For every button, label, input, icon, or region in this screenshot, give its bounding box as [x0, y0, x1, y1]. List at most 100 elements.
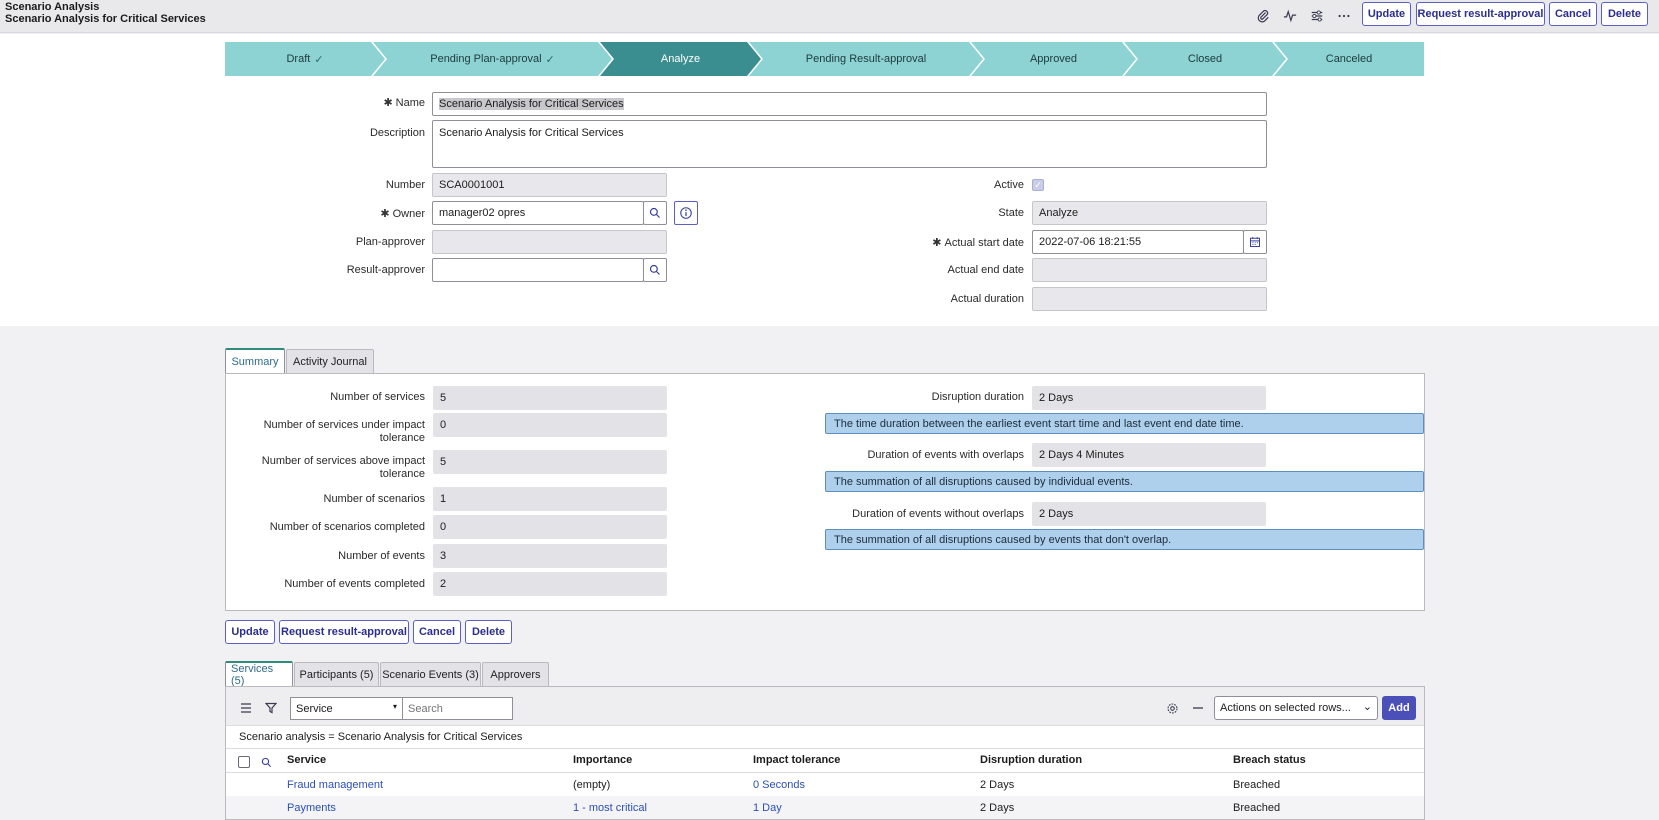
impact-tolerance-link[interactable]: 1 Day	[753, 802, 782, 814]
add-button[interactable]: Add	[1382, 696, 1416, 720]
actual-duration-label: Actual duration	[950, 293, 1024, 305]
search-field-select[interactable]: Service ▾	[290, 697, 403, 720]
gear-icon[interactable]	[1163, 699, 1181, 717]
owner-label: ✱ Owner	[380, 208, 425, 220]
search-input[interactable]	[402, 697, 513, 720]
actions-select[interactable]: Actions on selected rows... ⌄	[1214, 696, 1378, 720]
actual-start-date-input[interactable]: 2022-07-06 18:21:55	[1032, 230, 1244, 254]
description-textarea[interactable]: Scenario Analysis for Critical Services	[432, 120, 1267, 168]
check-icon: ✓	[314, 53, 324, 66]
number-label: Number	[385, 179, 425, 191]
disruption-duration-cell: 2 Days	[980, 779, 1015, 791]
paperclip-icon[interactable]	[1252, 5, 1274, 27]
search-icon	[649, 207, 660, 218]
summary-label: Number of services above impact toleranc…	[261, 455, 425, 480]
service-link[interactable]: Fraud management	[287, 779, 383, 791]
breach-status-cell: Breached	[1233, 802, 1281, 814]
search-icon	[649, 264, 660, 275]
select-all-checkbox[interactable]	[238, 756, 250, 768]
tab-summary[interactable]: Summary	[225, 348, 285, 374]
tab-services[interactable]: Services (5)	[225, 661, 293, 687]
owner-lookup-button[interactable]	[643, 201, 667, 225]
actual-start-date-label: ✱ Actual start date	[932, 237, 1024, 249]
activity-icon[interactable]	[1279, 5, 1301, 27]
required-icon: ✱	[932, 237, 942, 249]
owner-info-button[interactable]	[674, 201, 698, 225]
collapse-icon[interactable]	[1189, 699, 1207, 717]
tab-participants[interactable]: Participants (5)	[294, 662, 379, 686]
summary-label: Number of services under impact toleranc…	[263, 419, 425, 444]
breach-status-cell: Breached	[1233, 779, 1281, 791]
tab-approvers[interactable]: Approvers	[482, 662, 549, 686]
request-result-approval-button-bottom[interactable]: Request result-approval	[279, 620, 409, 644]
active-checkbox[interactable]: ✓	[1032, 179, 1044, 191]
owner-input[interactable]: manager02 opres	[432, 201, 644, 225]
check-icon: ✓	[545, 53, 555, 66]
tab-scenario-events[interactable]: Scenario Events (3)	[380, 662, 481, 686]
state-flow: Draft ✓ Pending Plan-approval ✓ Analyze Pe…	[225, 42, 1424, 76]
column-header-service[interactable]: Service	[287, 754, 326, 766]
state-field: Analyze	[1032, 201, 1267, 225]
column-header-impact-tolerance[interactable]: Impact tolerance	[753, 754, 840, 766]
service-link[interactable]: Payments	[287, 802, 336, 814]
result-approver-lookup-button[interactable]	[643, 258, 667, 282]
importance-cell: (empty)	[573, 779, 611, 791]
name-input[interactable]: Scenario Analysis for Critical Services	[432, 92, 1267, 116]
calendar-button[interactable]	[1243, 230, 1267, 254]
cancel-button[interactable]: Cancel	[1549, 2, 1597, 26]
delete-button-bottom[interactable]: Delete	[465, 620, 512, 644]
delete-button[interactable]: Delete	[1601, 2, 1648, 26]
menu-icon[interactable]	[238, 700, 254, 716]
number-field: SCA0001001	[432, 173, 667, 197]
actual-end-date-field	[1032, 258, 1267, 282]
overlaps-duration-value: 2 Days 4 Minutes	[1032, 443, 1266, 467]
update-button-bottom[interactable]: Update	[225, 620, 275, 644]
stage-approved: Approved	[971, 42, 1136, 76]
state-label: State	[998, 207, 1024, 219]
update-button[interactable]: Update	[1362, 2, 1411, 26]
request-result-approval-button[interactable]: Request result-approval	[1416, 2, 1545, 26]
disruption-duration-value: 2 Days	[1032, 386, 1266, 410]
importance-link[interactable]: 1 - most critical	[573, 802, 647, 814]
more-icon[interactable]	[1333, 5, 1355, 27]
result-approver-input[interactable]	[432, 258, 644, 282]
impact-tolerance-link[interactable]: 0 Seconds	[753, 779, 805, 791]
summary-value: 0	[433, 413, 667, 437]
summary-value: 5	[433, 450, 667, 474]
info-message: The summation of all disruptions caused …	[825, 471, 1424, 492]
summary-label: Number of scenarios completed	[269, 521, 425, 533]
column-header-breach-status[interactable]: Breach status	[1233, 754, 1306, 766]
no-overlaps-duration-label: Duration of events without overlaps	[852, 508, 1024, 520]
overlaps-duration-label: Duration of events with overlaps	[867, 449, 1024, 461]
form-header: Scenario Analysis Scenario Analysis for …	[0, 0, 1659, 33]
stage-draft: Draft ✓	[225, 42, 385, 76]
stage-pending-plan-approval: Pending Plan-approval ✓	[373, 42, 612, 76]
required-icon: ✱	[380, 208, 390, 220]
summary-label: Number of events completed	[284, 578, 425, 590]
actual-duration-field	[1032, 287, 1267, 311]
chevron-down-icon: ⌄	[1362, 701, 1372, 713]
divider	[226, 748, 1424, 749]
result-approver-label: Result-approver	[346, 264, 425, 276]
info-icon	[680, 207, 692, 219]
calendar-icon	[1250, 237, 1260, 247]
summary-value: 2	[433, 572, 667, 596]
caret-down-icon: ▾	[392, 702, 397, 711]
filter-icon[interactable]	[263, 700, 279, 716]
disruption-duration-label: Disruption duration	[931, 391, 1024, 403]
column-header-disruption-duration[interactable]: Disruption duration	[980, 754, 1082, 766]
info-message: The time duration between the earliest e…	[825, 413, 1424, 434]
column-header-importance[interactable]: Importance	[573, 754, 632, 766]
actual-end-date-label: Actual end date	[947, 264, 1024, 276]
sliders-icon[interactable]	[1306, 5, 1328, 27]
summary-value: 0	[433, 515, 667, 539]
plan-approver-label: Plan-approver	[355, 236, 425, 248]
disruption-duration-cell: 2 Days	[980, 802, 1015, 814]
cancel-button-bottom[interactable]: Cancel	[413, 620, 461, 644]
summary-value: 1	[433, 487, 667, 511]
column-search-icon[interactable]	[259, 755, 273, 769]
summary-label: Number of scenarios	[323, 493, 426, 505]
page-title: Scenario Analysis	[5, 1, 100, 13]
summary-value: 3	[433, 544, 667, 568]
tab-activity-journal[interactable]: Activity Journal	[286, 349, 374, 373]
